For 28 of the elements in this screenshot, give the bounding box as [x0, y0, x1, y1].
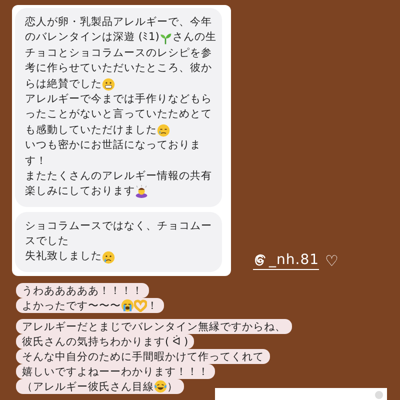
message-text: スでした — [25, 234, 69, 250]
message-text: よかったです〜〜〜 — [22, 298, 121, 312]
message-text: アレルギーだとまじでバレンタイン無縁ですからね、 — [22, 320, 286, 334]
message-text: 考に作らせていただいたところ、彼か — [25, 61, 212, 76]
message-text: らは絶賛でした — [25, 76, 102, 92]
message-text: す！ — [25, 154, 47, 169]
message-text: またたくさんのアレルギー情報の共有 — [25, 168, 212, 184]
message-text: （アレルギー彼氏さん目線 — [22, 380, 154, 394]
message-text: さんの生 — [172, 30, 216, 46]
message-text: ！ — [147, 298, 158, 312]
message-text: 嬉しいですよねーーわかります！！！ — [22, 364, 209, 378]
message-text: いつも密かにお世話になっておりま — [25, 138, 201, 154]
message-text: 彼氏さんの気持ちわかります( ᐛ ) — [22, 334, 188, 348]
message-text: 恋人が卵・乳製品アレルギーで、今年 — [25, 15, 212, 30]
message-text: アレルギーで今までは手作りなどもら — [25, 92, 212, 107]
message-text: のバレンタインは深遊 (ﾐ1) — [25, 30, 160, 46]
message-text: そんな中自分のために手間暇かけて作ってくれて — [22, 350, 264, 364]
message-text: 失礼致しました — [25, 249, 102, 264]
message-text: ショコラムースではなく、チョコムー — [25, 218, 212, 234]
message-text: も感動していただけました — [25, 122, 157, 138]
message-text: うわあああああ！！！！ — [22, 284, 143, 298]
username-tag[interactable]: _nh.81 — [253, 252, 320, 270]
heart-symbol: ♡ — [325, 252, 338, 270]
message-text: ったことがないと言っていたためとて — [25, 107, 212, 122]
message-text: チョコとショコラムースのレシピを参 — [25, 46, 212, 61]
username: _nh.81 — [269, 252, 320, 268]
message-text: 楽しみにしております — [25, 184, 135, 200]
message-text: ） — [167, 380, 178, 394]
